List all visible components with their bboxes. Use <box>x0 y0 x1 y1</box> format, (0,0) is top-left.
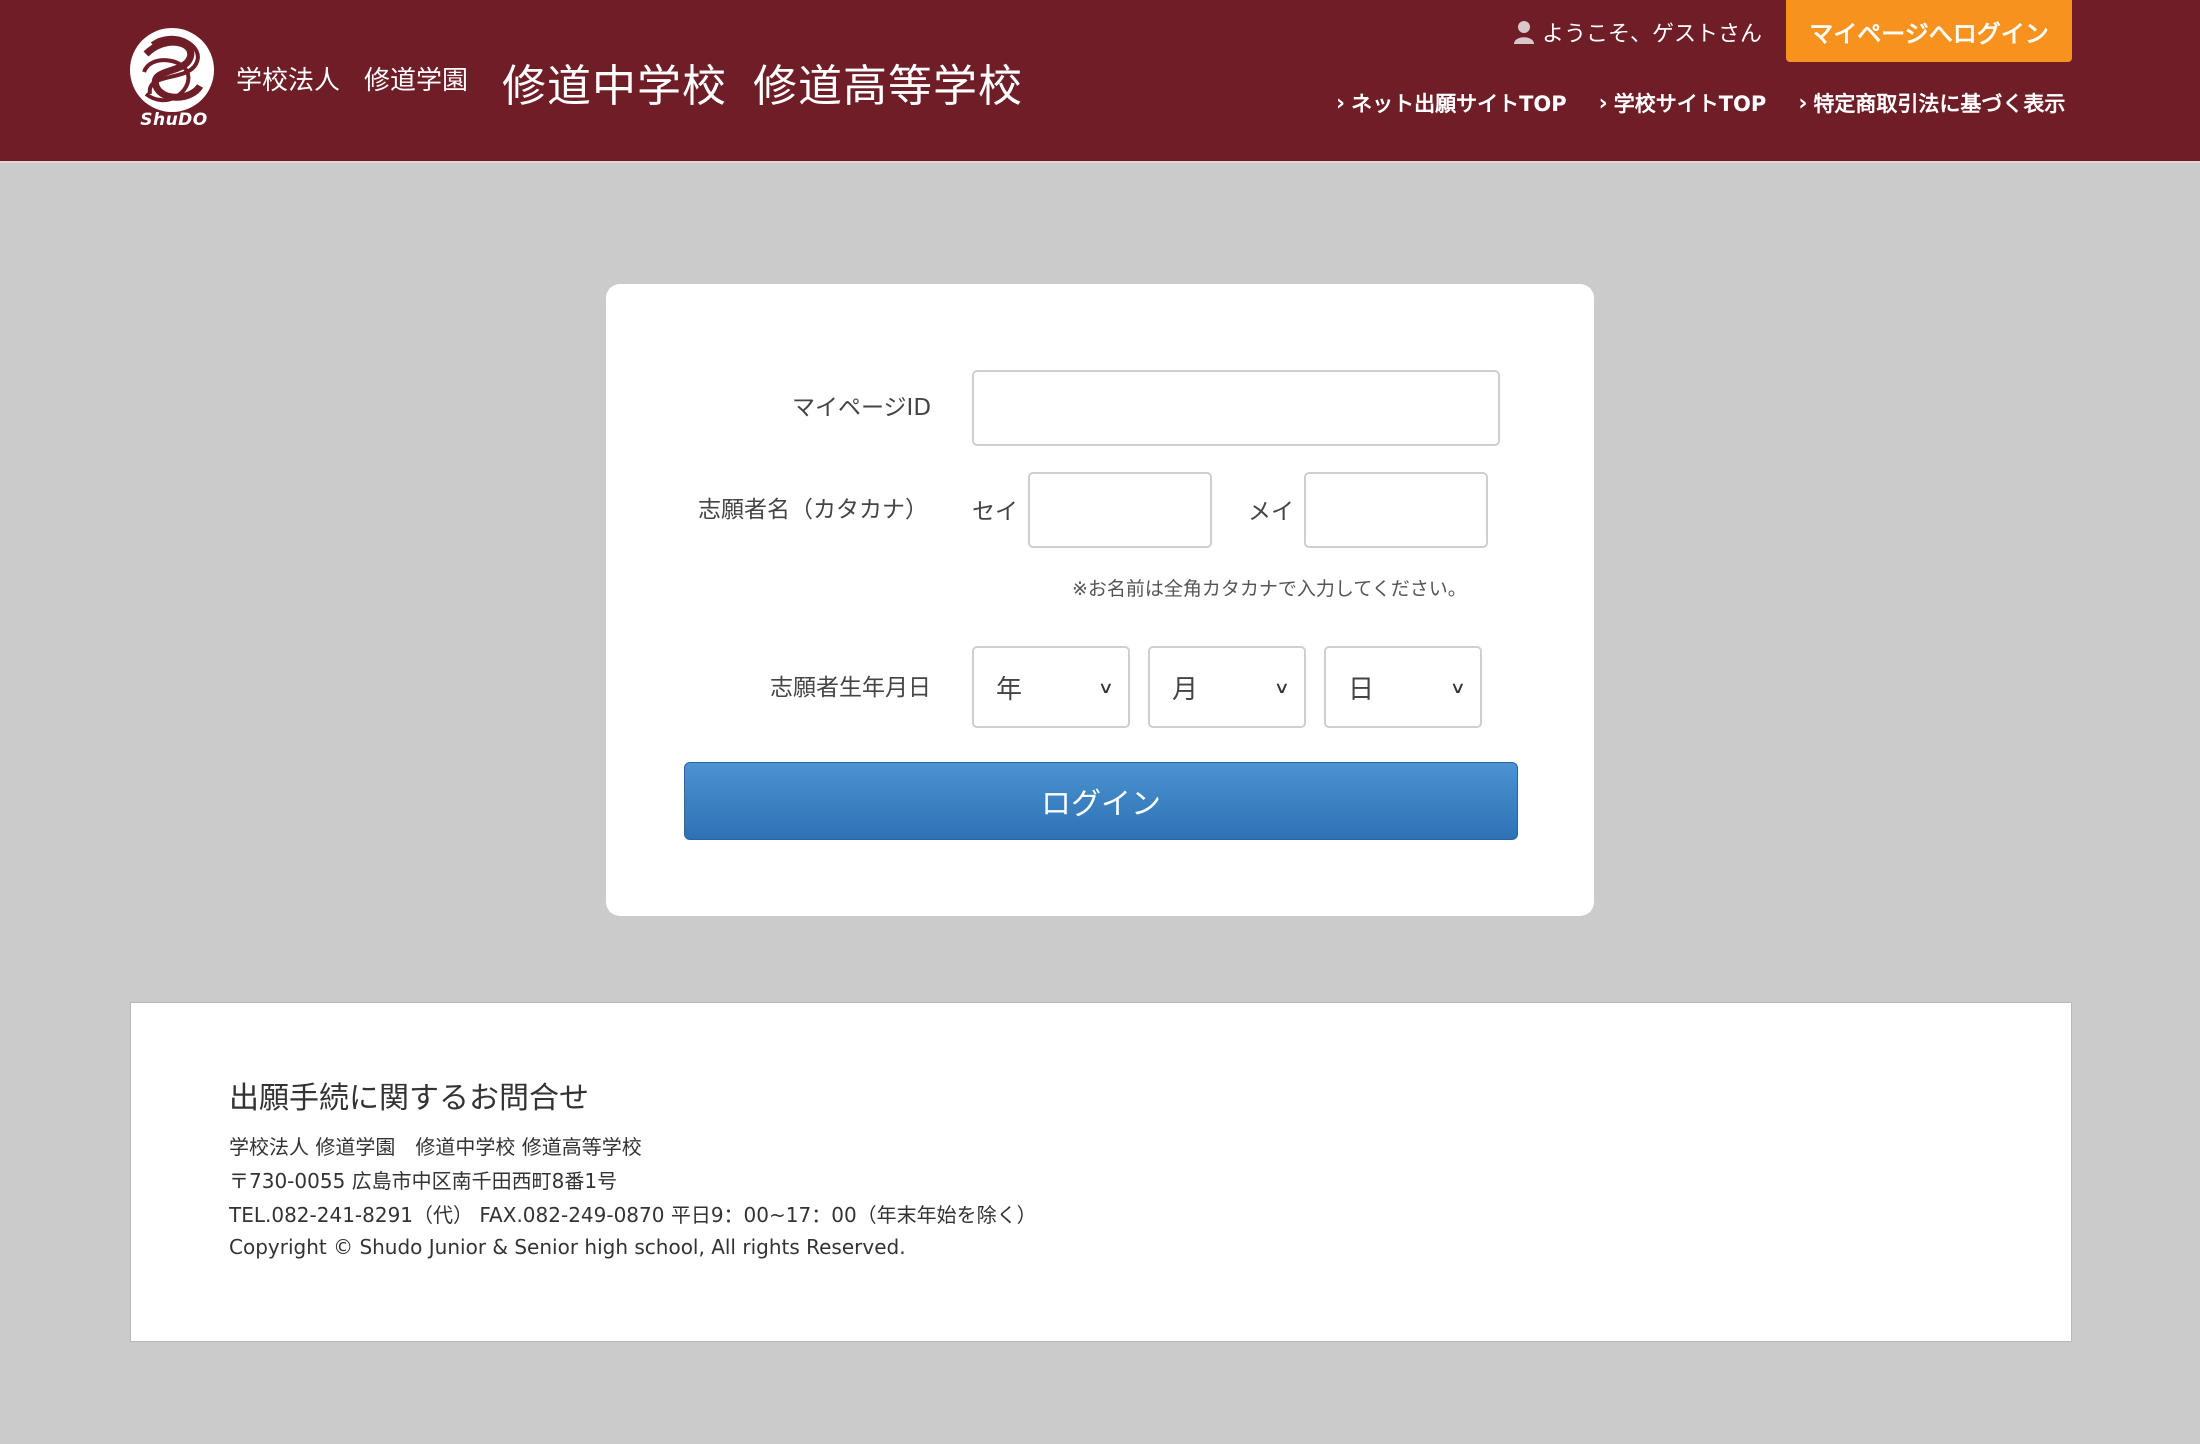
nav-label: ネット出願サイトTOP <box>1351 92 1567 116</box>
birth-month-select[interactable]: 月 ∨ <box>1148 646 1306 728</box>
mei-label: メイ <box>1248 499 1294 525</box>
birth-year-select[interactable]: 年 ∨ <box>972 646 1130 728</box>
logo-wordmark: ShuDO <box>140 110 208 130</box>
site-header: ShuDO 学校法人 修道学園 修道中学校 修道高等学校 ようこそ、ゲストさん マイ… <box>0 0 2200 163</box>
school-org-part-2: 修道学園 <box>364 66 469 96</box>
nav-school-site-top[interactable]: › 学校サイトTOP <box>1599 88 1767 118</box>
name-input-note: ※お名前は全角カタカナで入力してください。 <box>1072 578 1467 600</box>
contact-footer: 出願手続に関するお問合せ 学校法人 修道学園 修道中学校 修道高等学校 〒730… <box>130 1002 2072 1342</box>
select-value: 月 <box>1172 674 1199 705</box>
applicant-name-label: 志願者名（カタカナ） <box>698 497 928 523</box>
footer-phone-line: TEL.082-241-8291（代） FAX.082-249-0870 平日9… <box>229 1203 1037 1227</box>
nav-label: 学校サイトTOP <box>1613 92 1767 116</box>
footer-address-line: 〒730-0055 広島市中区南千田西町8番1号 <box>229 1169 618 1193</box>
nav-commercial-transactions[interactable]: › 特定商取引法に基づく表示 <box>1798 88 2065 118</box>
chevron-down-icon: ∨ <box>1449 677 1467 697</box>
login-panel: マイページID 志願者名（カタカナ） セイ メイ ※お名前は全角カタカナで入力し… <box>606 284 1594 916</box>
footer-school-line: 学校法人 修道学園 修道中学校 修道高等学校 <box>229 1135 642 1159</box>
mypage-login-button[interactable]: マイページへログイン <box>1786 0 2072 62</box>
school-organization: 学校法人 修道学園 <box>236 60 492 97</box>
chevron-right-icon: › <box>1598 90 1608 116</box>
school-org-part-1: 学校法人 <box>236 66 341 96</box>
nav-net-application-top[interactable]: › ネット出願サイトTOP <box>1336 88 1567 118</box>
mypage-id-input[interactable] <box>972 370 1500 446</box>
mei-input[interactable] <box>1304 472 1488 548</box>
chevron-down-icon: ∨ <box>1097 677 1115 697</box>
nav-label: 特定商取引法に基づく表示 <box>1813 92 2066 116</box>
header-nav: › ネット出願サイトTOP › 学校サイトTOP › 特定商取引法に基づく表示 <box>1336 88 2065 118</box>
footer-copyright-line: Copyright © Shudo Junior & Senior high s… <box>229 1235 906 1259</box>
sei-input[interactable] <box>1028 472 1212 548</box>
mypage-id-label: マイページID <box>792 395 932 421</box>
birth-day-select[interactable]: 日 ∨ <box>1324 646 1482 728</box>
school-name: 修道中学校 修道高等学校 <box>502 50 1049 114</box>
select-value: 年 <box>996 674 1023 705</box>
school-name-senior: 修道高等学校 <box>753 61 1023 112</box>
user-icon <box>1514 21 1534 44</box>
chevron-right-icon: › <box>1798 90 1808 116</box>
sei-label: セイ <box>972 499 1018 525</box>
birthdate-label: 志願者生年月日 <box>770 675 931 701</box>
login-submit-button[interactable]: ログイン <box>684 762 1518 840</box>
welcome-message: ようこそ、ゲストさん <box>1514 16 1762 48</box>
chevron-right-icon: › <box>1336 90 1346 116</box>
chevron-down-icon: ∨ <box>1273 677 1291 697</box>
footer-title: 出願手続に関するお問合せ <box>229 1081 589 1116</box>
school-name-junior: 修道中学校 <box>502 61 727 112</box>
select-value: 日 <box>1348 674 1375 705</box>
welcome-text: ようこそ、ゲストさん <box>1542 22 1763 47</box>
